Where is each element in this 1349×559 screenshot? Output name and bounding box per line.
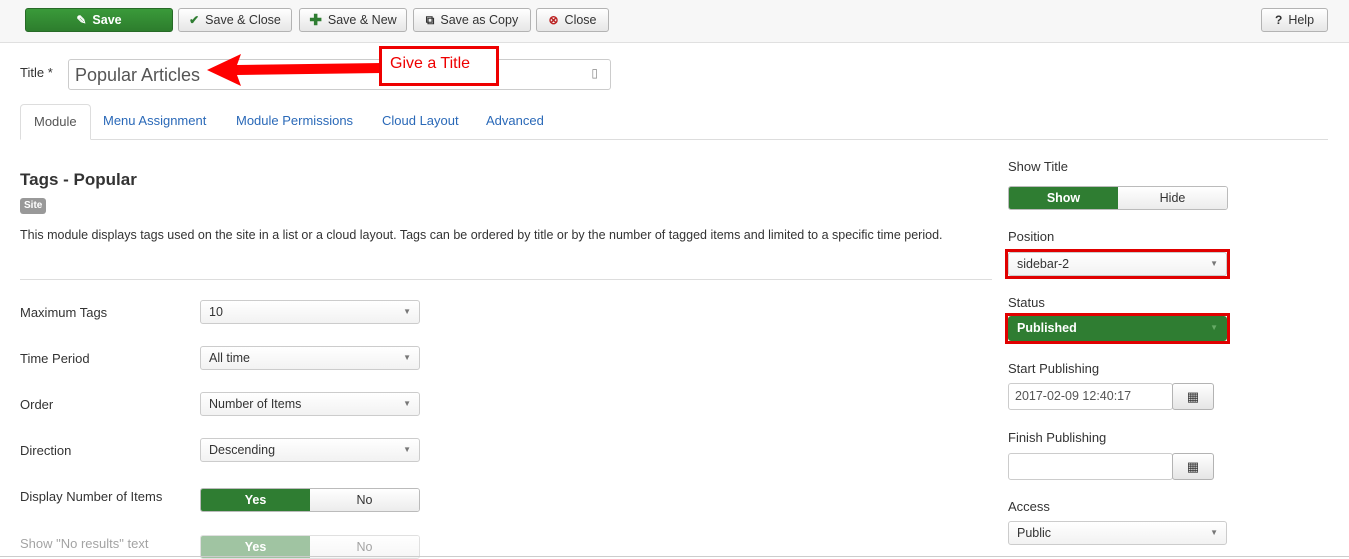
question-icon: ? <box>1274 13 1283 27</box>
finish-calendar-button[interactable]: ▦ <box>1172 453 1214 480</box>
save-new-button[interactable]: ✚ Save & New <box>299 8 407 32</box>
annotation-arrow <box>207 54 383 86</box>
save-copy-button[interactable]: ⧉ Save as Copy <box>413 8 531 32</box>
caret-down-icon: ▼ <box>1210 323 1218 332</box>
no-results-label: Show "No results" text <box>20 536 149 551</box>
tab-bar: Module Menu Assignment Module Permission… <box>20 104 1328 140</box>
tab-advanced[interactable]: Advanced <box>473 104 557 140</box>
access-label: Access <box>1008 499 1050 514</box>
divider <box>20 279 992 280</box>
caret-down-icon: ▼ <box>403 307 411 316</box>
help-button[interactable]: ? Help <box>1261 8 1328 32</box>
calendar-icon: ▦ <box>1186 458 1200 474</box>
caret-down-icon: ▼ <box>403 445 411 454</box>
close-icon: ⊗ <box>548 13 559 27</box>
edit-icon: ✎ <box>76 13 87 27</box>
toolbar: ✎ Save ✔ Save & Close ✚ Save & New ⧉ Save as… <box>0 0 1349 43</box>
no-option[interactable]: No <box>310 536 419 558</box>
order-label: Order <box>20 397 54 412</box>
start-publishing-input[interactable]: 2017-02-09 12:40:17 <box>1008 383 1173 410</box>
module-description: This module displays tags used on the si… <box>20 228 943 242</box>
finish-publishing-label: Finish Publishing <box>1008 430 1107 445</box>
calendar-icon: ▦ <box>1186 388 1200 404</box>
show-title-label: Show Title <box>1008 159 1068 174</box>
close-button[interactable]: ⊗ Close <box>536 8 609 32</box>
field-icon: ▯ <box>591 66 598 80</box>
status-label: Status <box>1008 295 1045 310</box>
module-name: Tags - Popular <box>20 170 137 189</box>
caret-down-icon: ▼ <box>1210 259 1218 268</box>
show-title-toggle[interactable]: Show Hide <box>1008 186 1228 210</box>
plus-icon: ✚ <box>309 12 322 29</box>
display-number-toggle[interactable]: Yes No <box>200 488 420 512</box>
bottom-border <box>0 556 1349 557</box>
caret-down-icon: ▼ <box>403 353 411 362</box>
start-publishing-label: Start Publishing <box>1008 361 1100 376</box>
start-calendar-button[interactable]: ▦ <box>1172 383 1214 410</box>
save-button[interactable]: ✎ Save <box>25 8 173 32</box>
tab-menu-assignment[interactable]: Menu Assignment <box>90 104 219 140</box>
save-close-button[interactable]: ✔ Save & Close <box>178 8 292 32</box>
no-option[interactable]: No <box>310 489 419 511</box>
tab-module[interactable]: Module <box>20 104 91 140</box>
hide-option[interactable]: Hide <box>1118 187 1227 209</box>
copy-icon: ⧉ <box>425 12 435 27</box>
maximum-tags-select[interactable]: 10 ▼ <box>200 300 420 324</box>
status-select[interactable]: Published ▼ <box>1008 316 1227 341</box>
check-icon: ✔ <box>189 13 200 27</box>
site-badge: Site <box>20 198 47 214</box>
tab-module-permissions[interactable]: Module Permissions <box>223 104 366 140</box>
order-select[interactable]: Number of Items ▼ <box>200 392 420 416</box>
position-select[interactable]: sidebar-2 ▼ <box>1008 252 1227 276</box>
time-period-label: Time Period <box>20 351 90 366</box>
display-number-label: Display Number of Items <box>20 489 163 504</box>
access-select[interactable]: Public ▼ <box>1008 521 1227 545</box>
show-option[interactable]: Show <box>1009 187 1118 209</box>
finish-publishing-input[interactable] <box>1008 453 1173 480</box>
caret-down-icon: ▼ <box>403 399 411 408</box>
position-label: Position <box>1008 229 1055 244</box>
yes-option[interactable]: Yes <box>201 489 310 511</box>
tab-cloud-layout[interactable]: Cloud Layout <box>369 104 472 140</box>
direction-select[interactable]: Descending ▼ <box>200 438 420 462</box>
annotation-label: Give a Title <box>379 46 499 86</box>
title-label: Title * <box>20 65 53 80</box>
direction-label: Direction <box>20 443 72 458</box>
caret-down-icon: ▼ <box>1210 528 1218 537</box>
yes-option[interactable]: Yes <box>201 536 310 558</box>
maximum-tags-label: Maximum Tags <box>20 305 108 320</box>
time-period-select[interactable]: All time ▼ <box>200 346 420 370</box>
